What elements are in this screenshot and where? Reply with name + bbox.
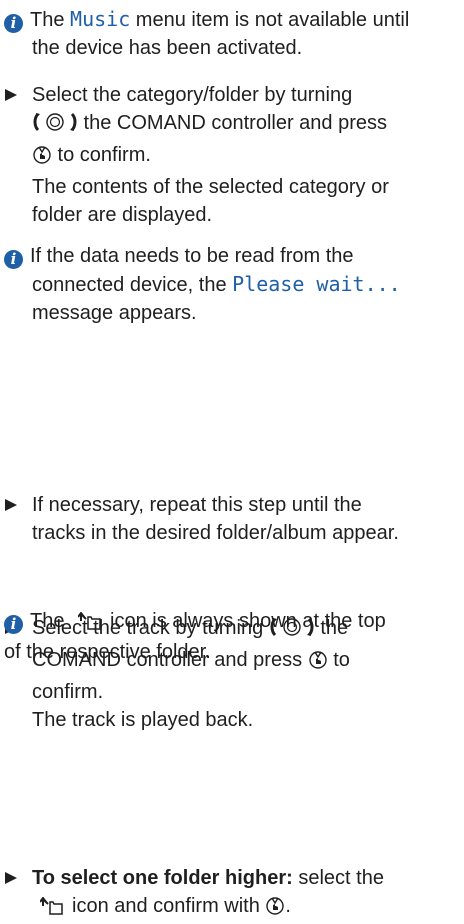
controller-press-icon [32, 143, 52, 173]
step-result-line2: folder are displayed. [32, 204, 213, 226]
step-line2-text: the COMAND controller and press [78, 112, 388, 134]
folder-up-icon [39, 895, 64, 923]
note-pre: The [30, 610, 71, 632]
note-music-unavailable: i The Music menu item is not available un… [4, 5, 460, 62]
step-line2-end: . [285, 895, 291, 917]
note-line2: connected device, the Please wait... [4, 270, 460, 299]
step-line2: icon and confirm with . [32, 892, 464, 924]
info-icon: i [4, 615, 23, 634]
step-result: The track is played back. [32, 709, 254, 731]
triangle-bullet-icon [5, 499, 17, 511]
note-line2: of the respective folder. [4, 641, 211, 663]
step-line1: If necessary, repeat this step until the [32, 494, 362, 516]
step-line1: To select one folder higher: select the [32, 864, 464, 892]
note-post: icon is always shown at the top [110, 610, 386, 632]
step-line1-post: select the [292, 867, 384, 889]
step-line3: confirm. [32, 681, 104, 703]
step-select-category: Select the category/folder by turning th… [4, 81, 464, 229]
info-icon: i [4, 250, 23, 269]
triangle-bullet-icon [5, 89, 17, 101]
controller-turn-icon [32, 111, 78, 141]
folder-up-icon [77, 610, 102, 638]
triangle-bullet-icon [5, 872, 17, 884]
info-icon: i [4, 14, 23, 33]
controller-press-icon [265, 894, 285, 924]
note-line2-text: connected device, the [32, 274, 233, 296]
note-text-post: menu item is not available until [130, 9, 410, 31]
display-text-music: Music [70, 7, 131, 31]
step-folder-up: To select one folder higher: select the … [4, 864, 464, 924]
note-text-pre: The [30, 9, 71, 31]
step-line1: Select the category/folder by turning [32, 84, 353, 106]
step-line3: to confirm. [32, 141, 464, 173]
step-result-line1: The contents of the selected category or [32, 176, 389, 198]
note-folder-icon: i The icon is always shown at the top of … [4, 607, 460, 666]
step-bold-label: To select one folder higher: [32, 867, 293, 889]
note-line3: message appears. [32, 302, 197, 324]
note-text-line2: the device has been activated. [32, 37, 303, 59]
step-line2-text: icon and confirm with [72, 895, 266, 917]
step-line2: the COMAND controller and press [32, 109, 464, 141]
step-line2: tracks in the desired folder/album appea… [32, 522, 399, 544]
note-line1: If the data needs to be read from the [30, 245, 354, 267]
step-repeat: If necessary, repeat this step until the… [4, 491, 464, 547]
note-please-wait: i If the data needs to be read from the c… [4, 242, 460, 327]
step-line3-text: to confirm. [52, 144, 151, 166]
display-text-please-wait: Please wait... [232, 272, 401, 296]
